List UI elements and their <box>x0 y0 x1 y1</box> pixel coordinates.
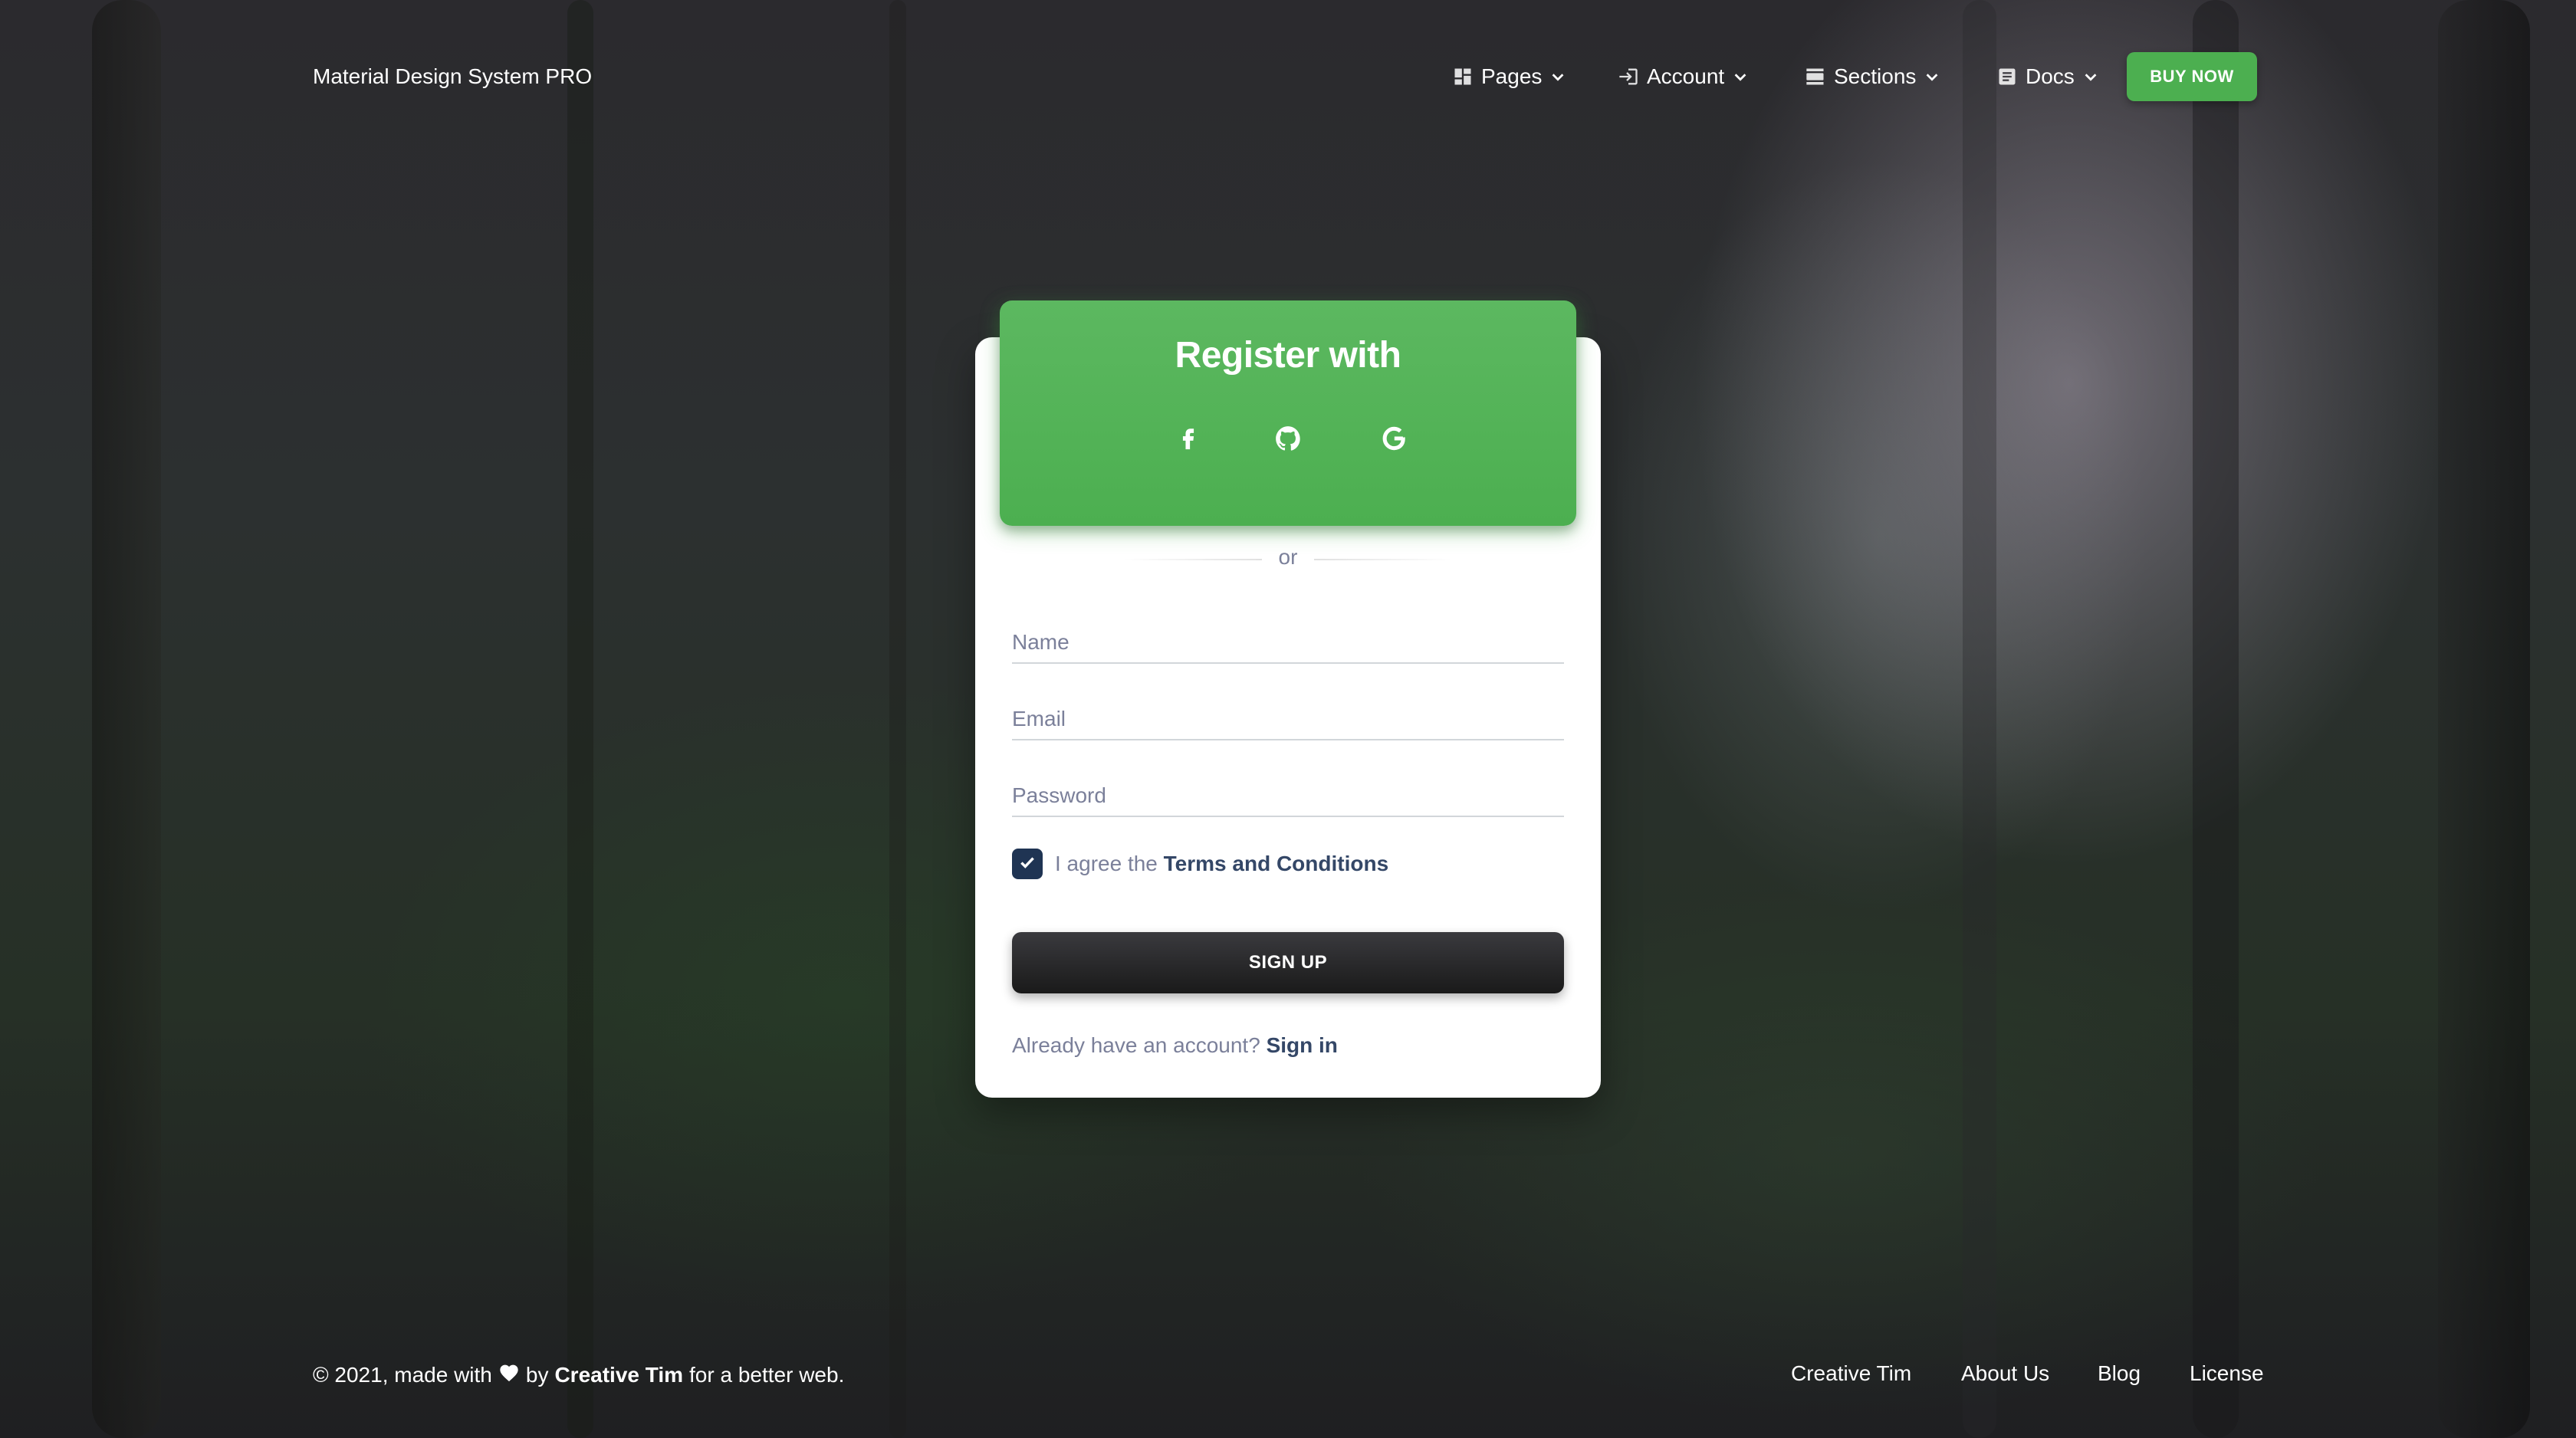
google-icon <box>1379 424 1408 457</box>
footer-copyright: © 2021, made with by Creative Tim for a … <box>313 1360 844 1390</box>
password-input[interactable] <box>1012 780 1564 811</box>
google-login-button[interactable] <box>1371 417 1417 463</box>
login-icon <box>1618 66 1639 87</box>
facebook-icon <box>1175 425 1201 455</box>
view-day-icon <box>1805 66 1826 87</box>
facebook-login-button[interactable] <box>1165 417 1211 463</box>
nav-sections-label: Sections <box>1834 64 1917 88</box>
nav-docs-label: Docs <box>2026 64 2075 88</box>
github-icon <box>1273 424 1303 457</box>
nav-pages-dropdown[interactable]: Pages <box>1452 61 1566 92</box>
card-title: Register with <box>1175 335 1401 376</box>
terms-checkbox[interactable] <box>1012 849 1043 879</box>
name-input[interactable] <box>1012 627 1564 658</box>
email-input[interactable] <box>1012 704 1564 734</box>
signin-prefix: Already have an account? <box>1012 1033 1260 1057</box>
footer-link-license[interactable]: License <box>2190 1358 2264 1389</box>
register-card-header: Register with <box>1000 300 1576 526</box>
footer-copy-prefix: © 2021, made with <box>313 1363 492 1387</box>
nav-sections-dropdown[interactable]: Sections <box>1805 61 1940 92</box>
tree-trunk <box>2193 0 2239 1438</box>
article-icon <box>1996 66 2018 87</box>
chevron-down-icon <box>1732 68 1749 85</box>
sign-up-button[interactable]: SIGN UP <box>1012 932 1564 993</box>
footer-link-creative-tim[interactable]: Creative Tim <box>1791 1358 1911 1389</box>
dashboard-icon <box>1452 66 1474 87</box>
divider-right <box>1314 559 1452 560</box>
terms-label: I agree the Terms and Conditions <box>1055 849 1388 879</box>
divider-or-text: or <box>1278 545 1298 569</box>
chevron-down-icon <box>2082 68 2099 85</box>
heart-icon <box>498 1360 520 1390</box>
footer-copy-suffix: for a better web. <box>689 1363 845 1387</box>
terms-prefix: I agree the <box>1055 852 1158 875</box>
nav-pages-label: Pages <box>1481 64 1543 88</box>
chevron-down-icon <box>1924 68 1940 85</box>
check-icon <box>1017 852 1037 876</box>
nav-account-dropdown[interactable]: Account <box>1618 61 1749 92</box>
nav-docs-dropdown[interactable]: Docs <box>1996 61 2099 92</box>
terms-link[interactable]: Terms and Conditions <box>1164 852 1389 875</box>
sign-in-link[interactable]: Sign in <box>1267 1033 1338 1057</box>
tree-trunk <box>567 0 593 1438</box>
tree-trunk <box>2438 0 2530 1438</box>
footer-link-blog[interactable]: Blog <box>2098 1358 2141 1389</box>
tree-trunk <box>1963 0 1996 1438</box>
tree-trunk <box>889 0 906 1438</box>
footer-link-about-us[interactable]: About Us <box>1961 1358 2049 1389</box>
github-login-button[interactable] <box>1265 417 1311 463</box>
brand-name[interactable]: Material Design System PRO <box>313 61 592 92</box>
signin-prompt: Already have an account? Sign in <box>1012 1030 1338 1061</box>
password-field <box>1012 768 1564 817</box>
divider-left <box>1124 559 1262 560</box>
email-field <box>1012 691 1564 740</box>
name-field <box>1012 615 1564 664</box>
footer-author-link[interactable]: Creative Tim <box>554 1360 683 1390</box>
buy-now-button[interactable]: BUY NOW <box>2127 52 2257 101</box>
footer-copy-by: by <box>525 1363 549 1387</box>
chevron-down-icon <box>1549 68 1566 85</box>
tree-trunk <box>92 0 161 1438</box>
nav-account-label: Account <box>1647 64 1725 88</box>
navbar: Material Design System PRO Pages Account… <box>0 0 2576 153</box>
